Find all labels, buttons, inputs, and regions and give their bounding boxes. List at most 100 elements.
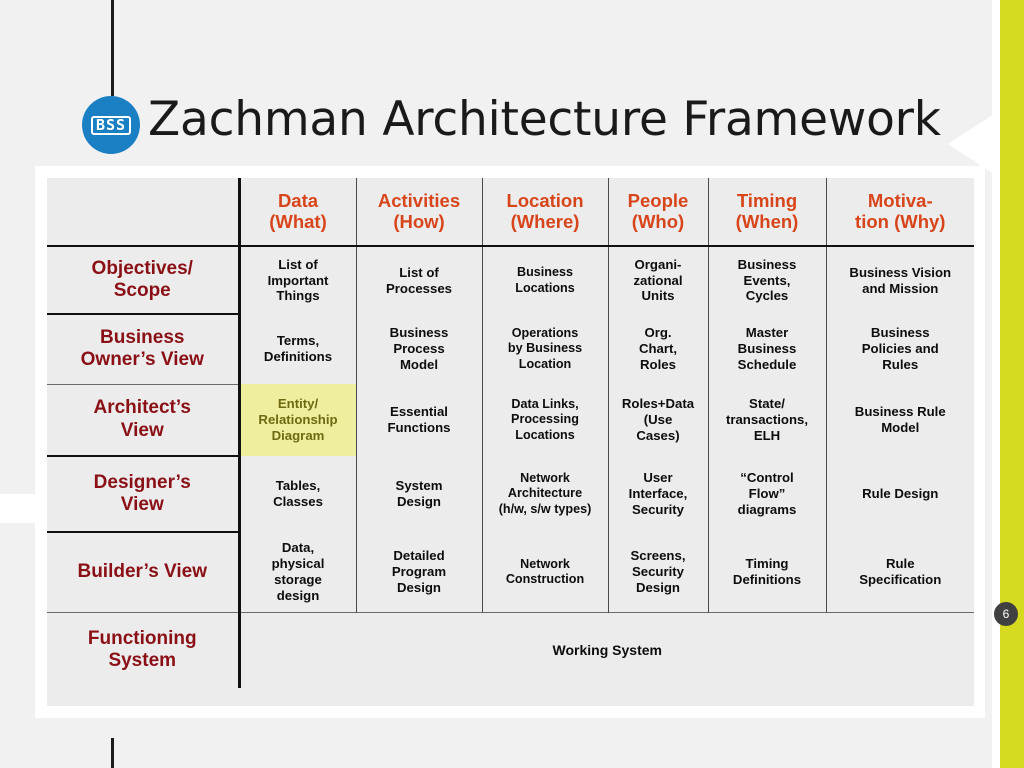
- cell-line: Events,: [743, 272, 791, 288]
- cell-line: Essential: [390, 404, 448, 420]
- cell-line: Model: [399, 356, 439, 372]
- column-header-name: Data: [277, 189, 319, 211]
- row-label-line1: Objectives/: [91, 257, 193, 279]
- cell-line: Business: [517, 265, 573, 280]
- cell-line: System: [395, 478, 443, 494]
- matrix-column-header-motiva: Motiva-tion (Why): [825, 178, 974, 247]
- cell-line: transactions,: [725, 412, 809, 428]
- matrix-final-row: Functioning System Working System: [47, 611, 974, 688]
- column-header-qualifier: (When): [735, 210, 799, 232]
- matrix-cell-r3-c2: Network Architecture (h/w, s/w types): [481, 456, 608, 532]
- cell-line: Security: [631, 563, 685, 579]
- column-header-name: Location: [506, 189, 584, 211]
- cell-line: Classes: [273, 494, 323, 509]
- row-label-line1: Architect’s: [93, 397, 192, 419]
- cell-line: Rule: [885, 555, 915, 571]
- cell-line: List of: [399, 264, 439, 280]
- cell-line: Timing: [745, 555, 789, 571]
- row-label-line2: View: [120, 494, 164, 515]
- matrix-row: Objectives/Scope List of Important Things Li…: [47, 246, 974, 314]
- cell-line: Business: [737, 256, 797, 272]
- matrix-cell-r1-c2: Operations by Business Location: [481, 314, 608, 384]
- matrix-cell-r1-c1: Business Process Model: [355, 314, 482, 384]
- cell-line: Relationship: [258, 412, 338, 428]
- cell-line: ELH: [753, 427, 781, 443]
- cell-line: Cycles: [745, 288, 789, 304]
- cell-line: physical: [271, 555, 325, 571]
- matrix-row: Architect’s View Entity/Relationship Diagra…: [47, 383, 974, 456]
- cell-line: Flow”: [748, 486, 786, 502]
- cell-line: Definitions: [732, 571, 802, 587]
- column-header-name: Motiva-: [867, 189, 933, 211]
- cell-line: Definitions: [263, 349, 333, 364]
- cell-line: List of: [278, 256, 318, 272]
- matrix-row-label-0: Objectives/Scope: [47, 246, 239, 314]
- cell-line: Design: [636, 579, 680, 595]
- matrix-row: Builder’s View Data, physical storage design…: [47, 531, 974, 612]
- cell-line: Tables,: [275, 478, 321, 494]
- matrix-row-label-4: Builder’s View: [47, 531, 239, 612]
- zachman-matrix-table: Data (What) Activities (How) Location (Where)…: [47, 178, 974, 688]
- cell-line: Locations: [515, 280, 575, 295]
- column-header-name: Timing: [736, 189, 798, 211]
- cell-line: design: [276, 587, 320, 603]
- cell-line: storage: [274, 571, 322, 587]
- cell-line: Business Rule: [854, 404, 946, 420]
- matrix-cell-r2-c5: Business Rule Model: [825, 384, 974, 456]
- cell-line: Security: [631, 501, 685, 517]
- cell-line: Data,: [281, 540, 315, 556]
- matrix-cell-r3-c1: System Design: [355, 456, 482, 532]
- cell-line: Interface,: [628, 486, 688, 502]
- cell-line: Cases): [636, 427, 680, 443]
- matrix-cell-r2-c2: Data Links, Processing Locations: [481, 384, 608, 456]
- cell-line: Design: [397, 579, 441, 595]
- matrix-cell-r0-c4: Business Events, Cycles: [707, 246, 826, 314]
- page-title: Zachman Architecture Framework: [148, 92, 941, 147]
- matrix-cell-r2-c4: State/transactions, ELH: [707, 384, 826, 456]
- cell-line: Business: [870, 325, 930, 341]
- cell-line: Process: [393, 341, 445, 357]
- matrix-cell-r0-c3: Organi-zational Units: [607, 246, 708, 314]
- vertical-rule-top: [111, 0, 114, 96]
- cell-line: (h/w, s/w types): [498, 501, 592, 516]
- matrix-cell-r4-c5: Rule Specification: [825, 532, 974, 612]
- matrix-column-header-data: Data (What): [237, 178, 356, 247]
- matrix-column-header-activities: Activities (How): [355, 178, 482, 247]
- bss-logo-icon: BSS: [82, 96, 140, 154]
- cell-line: Network: [520, 471, 570, 486]
- cell-line: Operations: [511, 326, 579, 341]
- column-header-qualifier: (Where): [510, 210, 580, 232]
- matrix-cell-r2-c1: Essential Functions: [355, 384, 482, 456]
- cell-line: Location: [518, 356, 572, 371]
- slide-canvas: 6 BSS Zachman Architecture Framework Dat…: [0, 0, 1024, 768]
- matrix-column-header-location: Location (Where): [481, 178, 608, 247]
- matrix-row-label-3: Designer’s View: [47, 455, 239, 532]
- matrix-cell-r3-c0: Tables, Classes: [237, 456, 356, 532]
- matrix-cell-r3-c4: “Control Flow” diagrams: [707, 456, 826, 532]
- matrix-cell-r4-c0: Data, physical storage design: [237, 532, 356, 612]
- cell-line: Policies and: [861, 341, 939, 357]
- matrix-cell-r1-c4: Master Business Schedule: [707, 314, 826, 384]
- cell-line: Rule Design: [862, 486, 939, 502]
- matrix-cell-r4-c1: Detailed Program Design: [355, 532, 482, 612]
- row-label-line1: Functioning: [87, 627, 197, 649]
- cell-line: Roles+Data: [621, 396, 695, 412]
- cell-line: Units: [641, 288, 675, 304]
- cell-line: Processing: [511, 412, 579, 427]
- matrix-row: Business Owner’s View Terms, Definitions Bus…: [47, 313, 974, 384]
- matrix-column-header-people: People (Who): [607, 178, 708, 247]
- cell-line: Entity/: [277, 396, 319, 412]
- cell-line: Functions: [387, 420, 451, 435]
- vertical-rule-bottom: [111, 738, 114, 768]
- row-label-line2: System: [108, 650, 177, 672]
- matrix-cell-r1-c0: Terms, Definitions: [237, 314, 356, 384]
- matrix-cell-r2-c3: Roles+Data (Use Cases): [607, 384, 708, 456]
- matrix-cell-r1-c5: Business Policies and Rules: [825, 314, 974, 384]
- cell-line: Locations: [515, 427, 575, 442]
- column-header-qualifier: (Who): [631, 210, 685, 232]
- row-label-line2: Owner’s View: [80, 349, 204, 371]
- cell-line: “Control: [740, 470, 794, 486]
- cell-line: Architecture: [507, 486, 583, 501]
- cell-line: (Use: [643, 412, 673, 428]
- cell-line: Design: [397, 494, 441, 509]
